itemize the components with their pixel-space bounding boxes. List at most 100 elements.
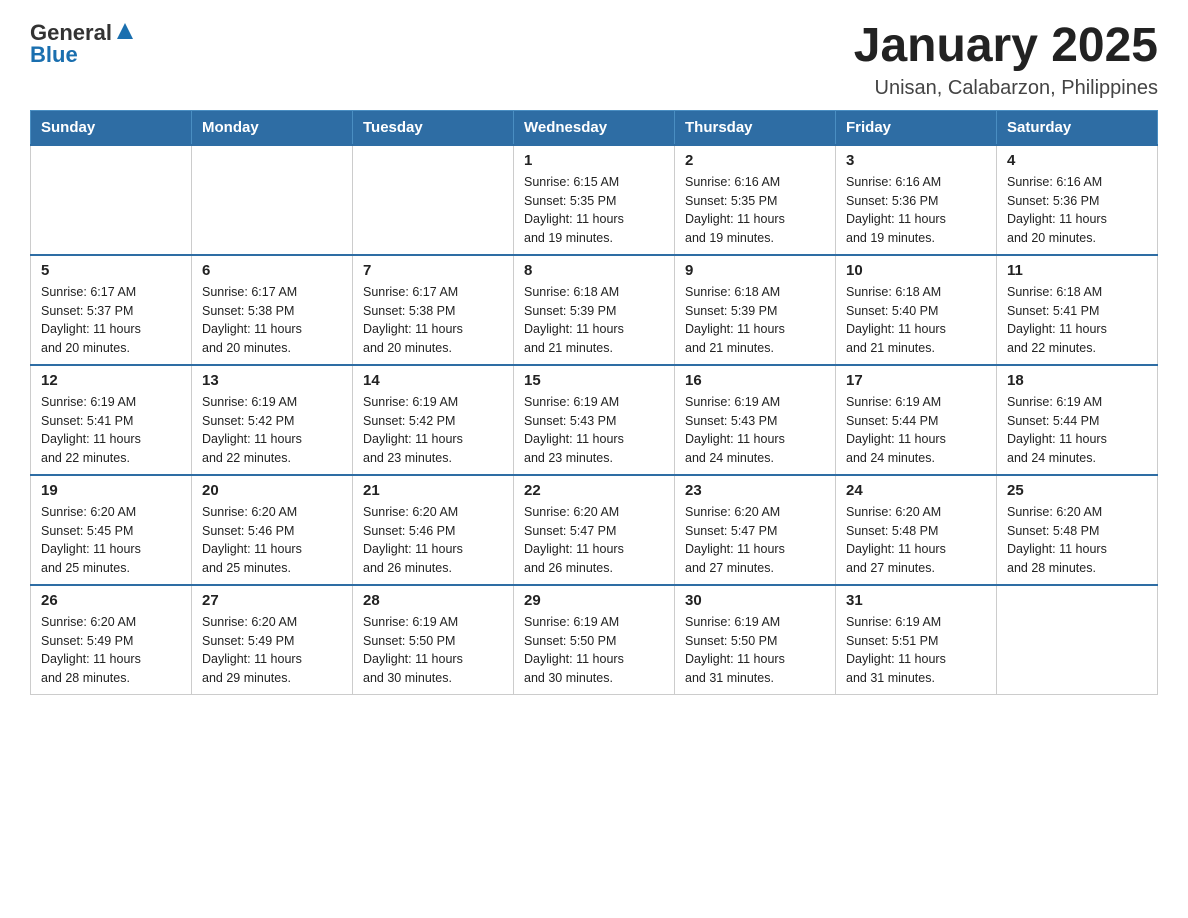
day-info: Sunrise: 6:19 AM Sunset: 5:42 PM Dayligh… (363, 393, 503, 468)
calendar-cell: 4 Sunrise: 6:16 AM Sunset: 5:36 PM Daylig… (997, 145, 1158, 255)
calendar-cell: 5Sunrise: 6:17 AM Sunset: 5:37 PM Daylig… (31, 255, 192, 365)
day-info: Sunrise: 6:19 AM Sunset: 5:50 PM Dayligh… (363, 613, 503, 688)
day-info: Sunrise: 6:18 AM Sunset: 5:39 PM Dayligh… (685, 283, 825, 358)
calendar-cell (997, 585, 1158, 695)
calendar-table: SundayMondayTuesdayWednesdayThursdayFrid… (30, 110, 1158, 695)
day-number: 12 (41, 372, 181, 389)
day-info: Sunrise: 6:19 AM Sunset: 5:51 PM Dayligh… (846, 613, 986, 688)
day-number: 30 (685, 592, 825, 609)
day-number: 6 (202, 262, 342, 279)
day-number: 18 (1007, 372, 1147, 389)
calendar-cell: 8 Sunrise: 6:18 AM Sunset: 5:39 PM Daylig… (514, 255, 675, 365)
day-info: Sunrise: 6:18 AM Sunset: 5:39 PM Dayligh… (524, 283, 664, 358)
day-info: Sunrise: 6:20 AM Sunset: 5:48 PM Dayligh… (1007, 503, 1147, 578)
day-number: 23 (685, 482, 825, 499)
day-info: Sunrise: 6:19 AM Sunset: 5:50 PM Dayligh… (685, 613, 825, 688)
calendar-cell: 15 Sunrise: 6:19 AM Sunset: 5:43 PM Dayli… (514, 365, 675, 475)
day-number: 26 (41, 592, 181, 609)
calendar-cell (353, 145, 514, 255)
calendar-week-row: 5Sunrise: 6:17 AM Sunset: 5:37 PM Daylig… (31, 255, 1158, 365)
day-info: Sunrise: 6:19 AM Sunset: 5:44 PM Dayligh… (846, 393, 986, 468)
day-number: 2 (685, 152, 825, 169)
day-info: Sunrise: 6:20 AM Sunset: 5:49 PM Dayligh… (41, 613, 181, 688)
day-number: 10 (846, 262, 986, 279)
day-info: Sunrise: 6:19 AM Sunset: 5:43 PM Dayligh… (524, 393, 664, 468)
day-number: 16 (685, 372, 825, 389)
day-info: Sunrise: 6:20 AM Sunset: 5:48 PM Dayligh… (846, 503, 986, 578)
calendar-cell: 20 Sunrise: 6:20 AM Sunset: 5:46 PM Dayli… (192, 475, 353, 585)
logo: General Blue (30, 20, 135, 68)
calendar-cell: 16 Sunrise: 6:19 AM Sunset: 5:43 PM Dayli… (675, 365, 836, 475)
calendar-cell: 28Sunrise: 6:19 AM Sunset: 5:50 PM Dayli… (353, 585, 514, 695)
day-info: Sunrise: 6:20 AM Sunset: 5:46 PM Dayligh… (363, 503, 503, 578)
calendar-cell: 6 Sunrise: 6:17 AM Sunset: 5:38 PM Daylig… (192, 255, 353, 365)
day-number: 27 (202, 592, 342, 609)
day-info: Sunrise: 6:19 AM Sunset: 5:43 PM Dayligh… (685, 393, 825, 468)
calendar-cell (31, 145, 192, 255)
day-number: 29 (524, 592, 664, 609)
header-sunday: Sunday (31, 110, 192, 145)
calendar-cell: 23 Sunrise: 6:20 AM Sunset: 5:47 PM Dayli… (675, 475, 836, 585)
calendar-cell: 10 Sunrise: 6:18 AM Sunset: 5:40 PM Dayli… (836, 255, 997, 365)
logo-blue: Blue (30, 42, 78, 68)
calendar-cell: 24 Sunrise: 6:20 AM Sunset: 5:48 PM Dayli… (836, 475, 997, 585)
day-number: 31 (846, 592, 986, 609)
day-info: Sunrise: 6:18 AM Sunset: 5:40 PM Dayligh… (846, 283, 986, 358)
header-tuesday: Tuesday (353, 110, 514, 145)
calendar-cell: 29 Sunrise: 6:19 AM Sunset: 5:50 PM Dayli… (514, 585, 675, 695)
day-info: Sunrise: 6:17 AM Sunset: 5:38 PM Dayligh… (202, 283, 342, 358)
day-number: 19 (41, 482, 181, 499)
calendar-week-row: 19 Sunrise: 6:20 AM Sunset: 5:45 PM Dayli… (31, 475, 1158, 585)
calendar-cell: 14Sunrise: 6:19 AM Sunset: 5:42 PM Dayli… (353, 365, 514, 475)
calendar-cell: 31 Sunrise: 6:19 AM Sunset: 5:51 PM Dayli… (836, 585, 997, 695)
calendar-cell: 2 Sunrise: 6:16 AM Sunset: 5:35 PM Daylig… (675, 145, 836, 255)
calendar-cell: 9 Sunrise: 6:18 AM Sunset: 5:39 PM Daylig… (675, 255, 836, 365)
page-title: January 2025 (854, 20, 1158, 73)
calendar-cell: 18Sunrise: 6:19 AM Sunset: 5:44 PM Dayli… (997, 365, 1158, 475)
day-number: 7 (363, 262, 503, 279)
calendar-cell: 3Sunrise: 6:16 AM Sunset: 5:36 PM Daylig… (836, 145, 997, 255)
day-number: 4 (1007, 152, 1147, 169)
calendar-cell: 12Sunrise: 6:19 AM Sunset: 5:41 PM Dayli… (31, 365, 192, 475)
calendar-cell (192, 145, 353, 255)
header-friday: Friday (836, 110, 997, 145)
calendar-cell: 11 Sunrise: 6:18 AM Sunset: 5:41 PM Dayli… (997, 255, 1158, 365)
day-info: Sunrise: 6:20 AM Sunset: 5:46 PM Dayligh… (202, 503, 342, 578)
day-number: 3 (846, 152, 986, 169)
day-number: 1 (524, 152, 664, 169)
calendar-cell: 1 Sunrise: 6:15 AM Sunset: 5:35 PM Daylig… (514, 145, 675, 255)
calendar-header: SundayMondayTuesdayWednesdayThursdayFrid… (31, 110, 1158, 145)
day-info: Sunrise: 6:15 AM Sunset: 5:35 PM Dayligh… (524, 173, 664, 248)
day-number: 21 (363, 482, 503, 499)
day-info: Sunrise: 6:20 AM Sunset: 5:47 PM Dayligh… (685, 503, 825, 578)
day-info: Sunrise: 6:19 AM Sunset: 5:50 PM Dayligh… (524, 613, 664, 688)
day-number: 8 (524, 262, 664, 279)
calendar-week-row: 1 Sunrise: 6:15 AM Sunset: 5:35 PM Daylig… (31, 145, 1158, 255)
day-number: 17 (846, 372, 986, 389)
day-info: Sunrise: 6:19 AM Sunset: 5:42 PM Dayligh… (202, 393, 342, 468)
calendar-body: 1 Sunrise: 6:15 AM Sunset: 5:35 PM Daylig… (31, 145, 1158, 695)
day-info: Sunrise: 6:17 AM Sunset: 5:37 PM Dayligh… (41, 283, 181, 358)
weekday-header-row: SundayMondayTuesdayWednesdayThursdayFrid… (31, 110, 1158, 145)
calendar-week-row: 26 Sunrise: 6:20 AM Sunset: 5:49 PM Dayli… (31, 585, 1158, 695)
header-monday: Monday (192, 110, 353, 145)
day-info: Sunrise: 6:20 AM Sunset: 5:49 PM Dayligh… (202, 613, 342, 688)
day-number: 11 (1007, 262, 1147, 279)
page-subtitle: Unisan, Calabarzon, Philippines (854, 77, 1158, 100)
logo-triangle-icon (115, 21, 135, 41)
header-saturday: Saturday (997, 110, 1158, 145)
day-number: 15 (524, 372, 664, 389)
day-info: Sunrise: 6:17 AM Sunset: 5:38 PM Dayligh… (363, 283, 503, 358)
calendar-week-row: 12Sunrise: 6:19 AM Sunset: 5:41 PM Dayli… (31, 365, 1158, 475)
day-info: Sunrise: 6:20 AM Sunset: 5:45 PM Dayligh… (41, 503, 181, 578)
day-number: 20 (202, 482, 342, 499)
day-info: Sunrise: 6:16 AM Sunset: 5:35 PM Dayligh… (685, 173, 825, 248)
header-thursday: Thursday (675, 110, 836, 145)
day-info: Sunrise: 6:18 AM Sunset: 5:41 PM Dayligh… (1007, 283, 1147, 358)
day-info: Sunrise: 6:16 AM Sunset: 5:36 PM Dayligh… (1007, 173, 1147, 248)
day-number: 24 (846, 482, 986, 499)
calendar-cell: 21 Sunrise: 6:20 AM Sunset: 5:46 PM Dayli… (353, 475, 514, 585)
calendar-cell: 13Sunrise: 6:19 AM Sunset: 5:42 PM Dayli… (192, 365, 353, 475)
day-number: 9 (685, 262, 825, 279)
calendar-cell: 17 Sunrise: 6:19 AM Sunset: 5:44 PM Dayli… (836, 365, 997, 475)
